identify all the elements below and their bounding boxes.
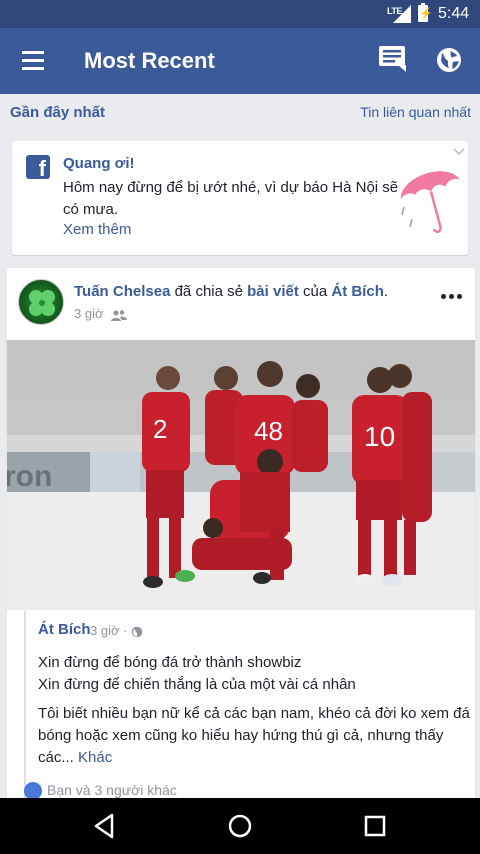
clock: 5:44	[438, 5, 470, 22]
signal-icon	[393, 5, 411, 23]
jersey-number: 2	[153, 414, 167, 444]
chevron-down-icon[interactable]	[452, 147, 466, 157]
umbrella-icon	[401, 171, 460, 233]
post-header: Tuấn Chelsea đã chia sẻ bài viết của Át …	[74, 283, 434, 300]
globe-icon	[437, 48, 461, 72]
menu-button[interactable]	[14, 47, 50, 75]
facebook-logo-icon: f	[26, 155, 50, 181]
messages-button[interactable]	[378, 44, 414, 78]
status-bar: LTE ⚡ 5:44	[0, 0, 480, 28]
shared-post: Át Bích 3 giờ · Xin đừng để bóng đá trở …	[24, 611, 475, 808]
post-photo[interactable]: ron 2 48 10	[7, 340, 475, 610]
post-link[interactable]: bài viết	[247, 283, 299, 300]
recents-icon[interactable]	[360, 812, 390, 840]
public-globe-icon	[131, 626, 143, 637]
weather-reminder-card: f Quang ơi! Hôm nay đừng để bị ướt nhé, …	[12, 141, 468, 255]
app-bar: Most Recent	[0, 28, 480, 94]
shared-post-time: 3 giờ ·	[90, 623, 143, 638]
snowy-football-photo: ron 2 48 10	[7, 340, 475, 610]
weather-greeting: Quang ơi!	[63, 155, 135, 172]
page-title: Most Recent	[84, 48, 215, 73]
clover-icon	[29, 290, 55, 316]
period: .	[383, 283, 389, 300]
avatar[interactable]	[18, 279, 64, 325]
chat-icon	[379, 46, 406, 72]
sort-current-label: Gần đây nhất	[10, 104, 106, 121]
post-options-button[interactable]	[439, 288, 465, 304]
battery-charging-icon: ⚡	[418, 3, 433, 22]
post-meta: 3 giờ	[74, 306, 128, 321]
feed-post: Tuấn Chelsea đã chia sẻ bài viết của Át …	[7, 268, 475, 808]
see-more-link[interactable]: Xem thêm	[63, 221, 131, 238]
shared-post-paragraph: Tôi biết nhiều bạn nữ kể cả các bạn nam,…	[38, 705, 470, 766]
feed-sort-bar: Gần đây nhất Tin liên quan nhất	[0, 94, 480, 130]
of-text: của	[298, 283, 332, 300]
banner-text: ron	[7, 460, 52, 493]
sort-alt-link[interactable]: Tin liên quan nhất	[360, 104, 471, 120]
shared-post-line: Xin đừng để chiến thắng là của một vài c…	[38, 676, 356, 693]
jersey-number: 48	[254, 416, 283, 446]
shared-text: đã chia sẻ	[170, 283, 248, 300]
post-time[interactable]: 3 giờ	[74, 306, 104, 321]
more-link[interactable]: Khác	[74, 749, 112, 766]
original-author-link[interactable]: Át Bích	[331, 283, 384, 300]
jersey-number: 10	[364, 421, 395, 452]
system-nav-bar	[0, 798, 480, 854]
sharer-name-link[interactable]: Tuấn Chelsea	[74, 283, 170, 300]
shared-post-line: Xin đừng để bóng đá trở thành showbiz	[38, 654, 302, 671]
home-icon[interactable]	[225, 812, 255, 840]
weather-message: Hôm nay đừng để bị ướt nhé, vì dự báo Hà…	[63, 179, 399, 218]
shared-author-link[interactable]: Át Bích	[38, 621, 91, 638]
back-icon[interactable]	[90, 812, 120, 840]
friends-privacy-icon	[111, 309, 128, 321]
notifications-button[interactable]	[434, 45, 470, 79]
